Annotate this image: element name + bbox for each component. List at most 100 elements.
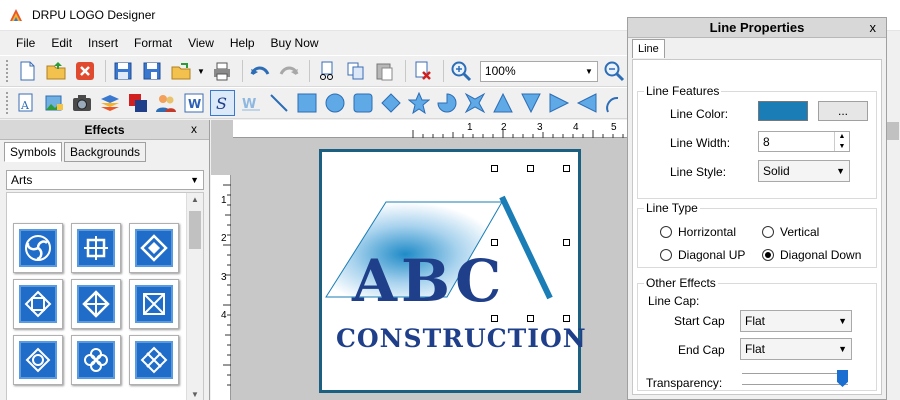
symbol-tile-interlace[interactable] [129,279,179,329]
undo-button[interactable] [247,58,273,84]
cut-button[interactable] [314,58,340,84]
shapes-color-button[interactable] [126,90,151,116]
line-properties-close-icon[interactable]: x [870,20,877,35]
chevron-down-icon[interactable]: ▼ [197,67,205,76]
rectangle-tool-button[interactable] [294,90,319,116]
selection-handle[interactable] [527,165,534,172]
triangle-right-tool-button[interactable] [546,90,571,116]
menu-help[interactable]: Help [222,31,263,55]
paste-button[interactable] [372,58,398,84]
scrollbar-thumb[interactable] [887,122,899,140]
selection-handle[interactable] [527,315,534,322]
radio-diagonal-up[interactable]: Diagonal UP [660,248,745,262]
logo-page[interactable]: ABC CONSTRUCTION [319,149,586,393]
line-style-select[interactable]: Solid ▼ [758,160,850,182]
start-cap-select[interactable]: Flat ▼ [740,310,852,332]
delete-button[interactable] [410,58,436,84]
selection-handle[interactable] [563,315,570,322]
camera-tool-button[interactable] [70,90,95,116]
arc-tool-button[interactable] [602,90,627,116]
scrollbar-thumb[interactable] [189,211,201,249]
triangle-left-tool-button[interactable] [574,90,599,116]
symbol-tile-cross-diamond[interactable] [71,279,121,329]
line-color-swatch[interactable] [758,101,808,121]
toolbar-grip[interactable] [6,92,10,114]
copy-button[interactable] [343,58,369,84]
zoom-out-button[interactable] [601,58,627,84]
tab-line[interactable]: Line [632,39,665,58]
radio-horizontal[interactable]: Horrizontal [660,225,736,239]
export-button[interactable] [168,58,194,84]
burst-tool-button[interactable] [462,90,487,116]
symbol-tile-celtic-square[interactable] [13,279,63,329]
symbol-category-select[interactable]: Arts ▼ [6,170,204,190]
new-button[interactable] [14,58,40,84]
zoom-in-button[interactable] [448,58,474,84]
symbol-tile-knot[interactable] [71,223,121,273]
save-button[interactable] [110,58,136,84]
stepper-up-icon[interactable]: ▲ [839,133,846,140]
scroll-up-icon[interactable]: ▲ [191,195,199,204]
effects-close-icon[interactable]: x [191,122,197,136]
layers-tool-button[interactable] [98,90,123,116]
image-tool-button[interactable] [42,90,67,116]
save-as-button[interactable] [139,58,165,84]
redo-button[interactable] [276,58,302,84]
tab-symbols[interactable]: Symbols [4,142,63,162]
selection-handle[interactable] [563,239,570,246]
text-tool-button[interactable]: A [14,90,39,116]
close-button[interactable] [72,58,98,84]
triangle-down-tool-button[interactable] [518,90,543,116]
stepper-down-icon[interactable]: ▼ [839,143,846,150]
scroll-down-icon[interactable]: ▼ [191,390,199,399]
radio-button[interactable] [660,226,672,238]
symbol-tile-star-knot[interactable] [129,335,179,385]
roof-line[interactable] [499,195,553,300]
undo-icon [250,66,270,75]
menu-insert[interactable]: Insert [80,31,126,55]
symbol-tile-triskelion[interactable] [13,223,63,273]
pie-tool-button[interactable] [434,90,459,116]
symbol-tile-diamond-frame[interactable] [129,223,179,273]
ruler-mark-v2: 2 [221,233,227,244]
menu-format[interactable]: Format [126,31,180,55]
logo-sub-text[interactable]: CONSTRUCTION [336,326,587,351]
transparency-slider[interactable] [742,370,848,388]
triangle-up-tool-button[interactable] [490,90,515,116]
print-button[interactable] [209,58,235,84]
watermark-button[interactable]: W [238,90,263,116]
open-button[interactable] [43,58,69,84]
zoom-select[interactable]: 100% ▼ [479,60,598,82]
radio-button-selected[interactable] [762,249,774,261]
radio-vertical[interactable]: Vertical [762,225,819,239]
tab-backgrounds[interactable]: Backgrounds [64,142,147,162]
users-tool-button[interactable] [154,90,179,116]
menu-edit[interactable]: Edit [43,31,80,55]
toolbar-grip[interactable] [6,60,10,82]
diamond-tool-button[interactable] [378,90,403,116]
signature-button[interactable]: S [209,90,235,116]
selection-handle[interactable] [491,315,498,322]
symbol-tile-loops[interactable] [13,335,63,385]
menu-buy-now[interactable]: Buy Now [263,31,327,55]
radio-diagonal-down[interactable]: Diagonal Down [762,248,861,262]
cross-diamond-icon [77,285,115,323]
star-tool-button[interactable] [406,90,431,116]
selection-handle[interactable] [563,165,570,172]
ellipse-tool-button[interactable] [322,90,347,116]
radio-button[interactable] [762,226,774,238]
radio-button[interactable] [660,249,672,261]
rounded-rect-tool-button[interactable] [350,90,375,116]
symbol-tile-quatrefoil[interactable] [71,335,121,385]
menu-file[interactable]: File [8,31,43,55]
word-art-button[interactable]: W [182,90,207,116]
end-cap-select[interactable]: Flat ▼ [740,338,852,360]
color-picker-button[interactable]: ... [818,101,868,121]
logo-big-text[interactable]: ABC [352,252,505,310]
line-width-stepper[interactable]: ▲ ▼ [834,132,849,151]
selection-handle[interactable] [491,239,498,246]
selection-handle[interactable] [491,165,498,172]
line-tool-button[interactable] [266,90,291,116]
menu-view[interactable]: View [180,31,222,55]
symbol-list-scrollbar[interactable]: ▲ ▼ [186,193,203,400]
